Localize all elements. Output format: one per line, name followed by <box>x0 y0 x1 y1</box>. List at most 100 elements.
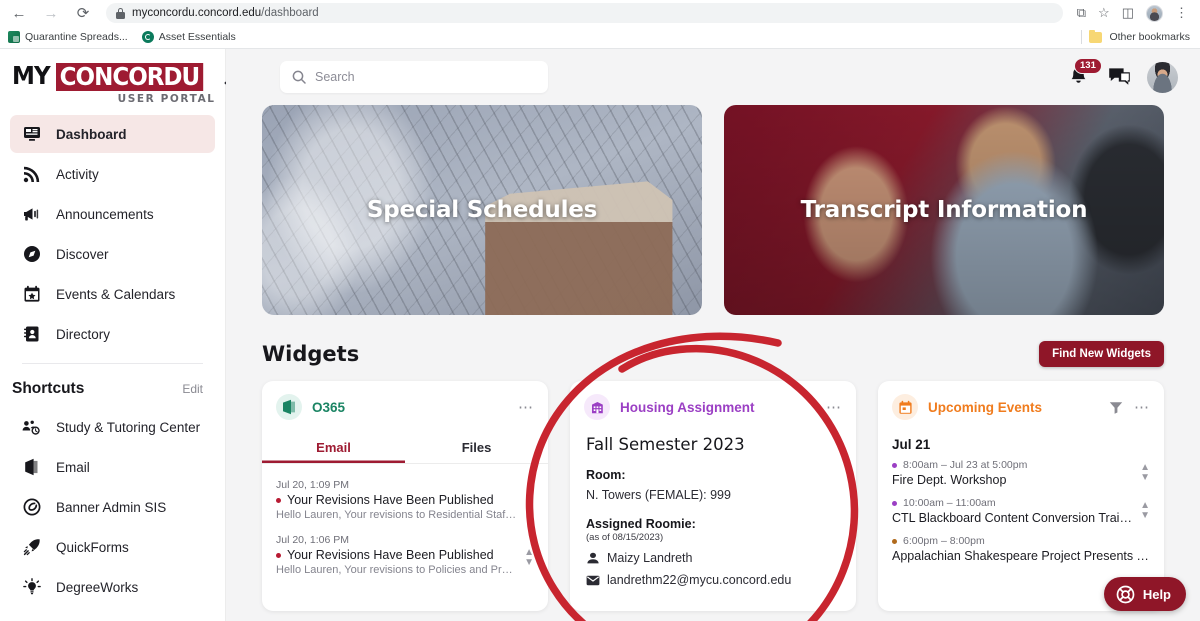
events-date-header: Jul 21 <box>892 437 931 452</box>
top-bar: Search 131 <box>226 49 1200 105</box>
dashboard-icon <box>22 125 41 144</box>
shortcut-degreeworks[interactable]: DegreeWorks <box>10 568 215 606</box>
hero-banners: Special Schedules Transcript Information <box>226 105 1200 315</box>
hero-card-special-schedules[interactable]: Special Schedules <box>262 105 702 315</box>
back-arrow-icon[interactable]: ← <box>8 2 30 24</box>
list-item[interactable]: 10:00am – 11:00am CTL Blackboard Content… <box>892 497 1150 525</box>
email-subject-row: Your Revisions Have Been Published <box>276 493 518 507</box>
widgets-header: Widgets Find New Widgets <box>226 315 1200 381</box>
calendar-icon <box>892 394 918 420</box>
address-book-icon <box>22 325 41 344</box>
email-subject: Your Revisions Have Been Published <box>287 493 494 507</box>
widget-actions: ⋯ <box>1109 400 1150 415</box>
event-color-dot <box>892 538 897 544</box>
hero-card-transcript-information[interactable]: Transcript Information <box>724 105 1164 315</box>
url-domain: myconcordu.concord.edu <box>132 7 262 19</box>
list-item[interactable]: 8:00am – Jul 23 at 5:00pm Fire Dept. Wor… <box>892 459 1150 487</box>
list-item[interactable]: 6:00pm – 8:00pm Appalachian Shakespeare … <box>892 535 1150 563</box>
tab-email[interactable]: Email <box>262 431 405 463</box>
expand-collapse-icon[interactable]: ▲ ▼ <box>518 534 534 568</box>
event-name: CTL Blackboard Content Conversion Traini… <box>892 511 1134 525</box>
expand-collapse-icon[interactable]: ▲ ▼ <box>1134 497 1150 521</box>
sidebar-nav: Dashboard Activity Announcements Discove… <box>0 111 225 353</box>
email-subject-row: Your Revisions Have Been Published <box>276 548 518 562</box>
notification-badge: 131 <box>1074 58 1102 74</box>
other-bookmarks-group[interactable]: Other bookmarks <box>1081 29 1192 44</box>
widget-header: Housing Assignment ⋯ <box>570 381 856 431</box>
reload-icon[interactable]: ⟳ <box>72 2 94 24</box>
kebab-menu-icon[interactable]: ⋯ <box>518 400 534 415</box>
room-label: Room: <box>586 468 626 482</box>
logo-my-text: MY <box>12 61 51 90</box>
email-preview: Hello Lauren, Your revisions to Policies… <box>276 564 519 576</box>
forward-arrow-icon[interactable]: → <box>40 2 62 24</box>
roomie-email: landrethm22@mycu.concord.edu <box>607 573 792 587</box>
envelope-icon <box>586 575 600 585</box>
office-email-icon <box>22 458 41 477</box>
chrome-profile-avatar[interactable] <box>1146 4 1163 22</box>
side-panel-icon[interactable]: ◫ <box>1122 5 1134 21</box>
browser-toolbar: ← → ⟳ myconcordu.concord.edu/dashboard ⧉… <box>0 0 1200 26</box>
spreadsheet-favicon <box>8 31 20 43</box>
shortcut-quickforms[interactable]: QuickForms <box>10 528 215 566</box>
kebab-menu-icon[interactable]: ⋯ <box>826 400 842 415</box>
person-icon <box>587 552 599 563</box>
shortcut-banner-admin-sis[interactable]: Banner Admin SIS <box>10 488 215 526</box>
divider <box>1081 30 1083 44</box>
rocket-icon <box>22 538 41 557</box>
filter-icon[interactable] <box>1109 401 1123 414</box>
chat-icon[interactable] <box>1108 67 1131 87</box>
sidebar-item-events-calendars[interactable]: Events & Calendars <box>10 275 215 313</box>
event-name: Fire Dept. Workshop <box>892 473 1007 487</box>
help-button[interactable]: Help <box>1103 577 1186 611</box>
portal-logo[interactable]: MY CONCORDU USER PORTAL <box>12 63 216 105</box>
sidebar-item-label: Activity <box>56 166 99 182</box>
sidebar-item-discover[interactable]: Discover <box>10 235 215 273</box>
sidebar-item-activity[interactable]: Activity <box>10 155 215 193</box>
list-item[interactable]: Jul 20, 1:06 PM Your Revisions Have Been… <box>276 528 534 583</box>
sidebar: MY CONCORDU USER PORTAL Dashboard Activi… <box>0 49 242 621</box>
tab-files[interactable]: Files <box>405 431 548 463</box>
sidebar-item-label: Announcements <box>56 206 154 222</box>
unread-dot-icon <box>276 552 281 558</box>
shortcut-study-tutoring-center[interactable]: Study & Tutoring Center <box>10 408 215 446</box>
o365-tabs: Email Files <box>262 431 548 464</box>
search-input[interactable]: Search <box>280 61 548 93</box>
widget-title: Upcoming Events <box>928 399 1043 415</box>
address-bar[interactable]: myconcordu.concord.edu/dashboard <box>106 3 1063 23</box>
avatar[interactable] <box>1147 61 1178 93</box>
bookmark-quarantine-spreadsheet[interactable]: Quarantine Spreads... <box>8 31 128 43</box>
notifications-button[interactable]: 131 <box>1068 58 1102 89</box>
bookmarks-bar: Quarantine Spreads... Asset Essentials O… <box>0 26 1200 49</box>
other-bookmarks-label: Other bookmarks <box>1109 31 1190 43</box>
sidebar-item-dashboard[interactable]: Dashboard <box>10 115 215 153</box>
folder-icon <box>1089 29 1103 43</box>
roomie-email-row[interactable]: landrethm22@mycu.concord.edu <box>586 573 840 587</box>
event-time: 6:00pm – 8:00pm <box>903 535 985 547</box>
shortcuts-list: Study & Tutoring Center Email Banner Adm… <box>0 404 225 606</box>
shortcut-label: Study & Tutoring Center <box>56 419 201 435</box>
email-date: Jul 20, 1:06 PM <box>276 534 349 546</box>
expand-collapse-icon[interactable]: ▲ ▼ <box>1134 459 1150 483</box>
shortcuts-header: Shortcuts Edit <box>0 364 225 404</box>
share-icon[interactable]: ⧉ <box>1077 5 1086 21</box>
bookmark-asset-essentials[interactable]: Asset Essentials <box>141 31 236 43</box>
kebab-menu-icon[interactable]: ⋮ <box>1175 5 1188 21</box>
life-ring-icon <box>1116 585 1135 603</box>
widgets-grid: O365 ⋯ Email Files Jul 20, 1:09 PM Your … <box>226 381 1200 611</box>
sidebar-item-announcements[interactable]: Announcements <box>10 195 215 233</box>
widget-o365: O365 ⋯ Email Files Jul 20, 1:09 PM Your … <box>262 381 548 611</box>
shortcut-email[interactable]: Email <box>10 448 215 486</box>
page-title: Widgets <box>262 342 360 366</box>
shortcuts-edit-link[interactable]: Edit <box>182 382 203 396</box>
building-icon <box>584 394 610 420</box>
find-new-widgets-button[interactable]: Find New Widgets <box>1039 341 1164 367</box>
expand-collapse-icon[interactable]: ▲ ▼ <box>518 479 534 513</box>
email-date: Jul 20, 1:09 PM <box>276 479 349 491</box>
kebab-menu-icon[interactable]: ⋯ <box>1134 400 1150 415</box>
star-icon[interactable]: ☆ <box>1098 5 1110 21</box>
list-item[interactable]: Jul 20, 1:09 PM Your Revisions Have Been… <box>276 473 534 528</box>
megaphone-icon <box>22 205 41 224</box>
sidebar-item-directory[interactable]: Directory <box>10 315 215 353</box>
events-body: Jul 21 8:00am – Jul 23 at 5:00pm Fire De… <box>878 431 1164 563</box>
